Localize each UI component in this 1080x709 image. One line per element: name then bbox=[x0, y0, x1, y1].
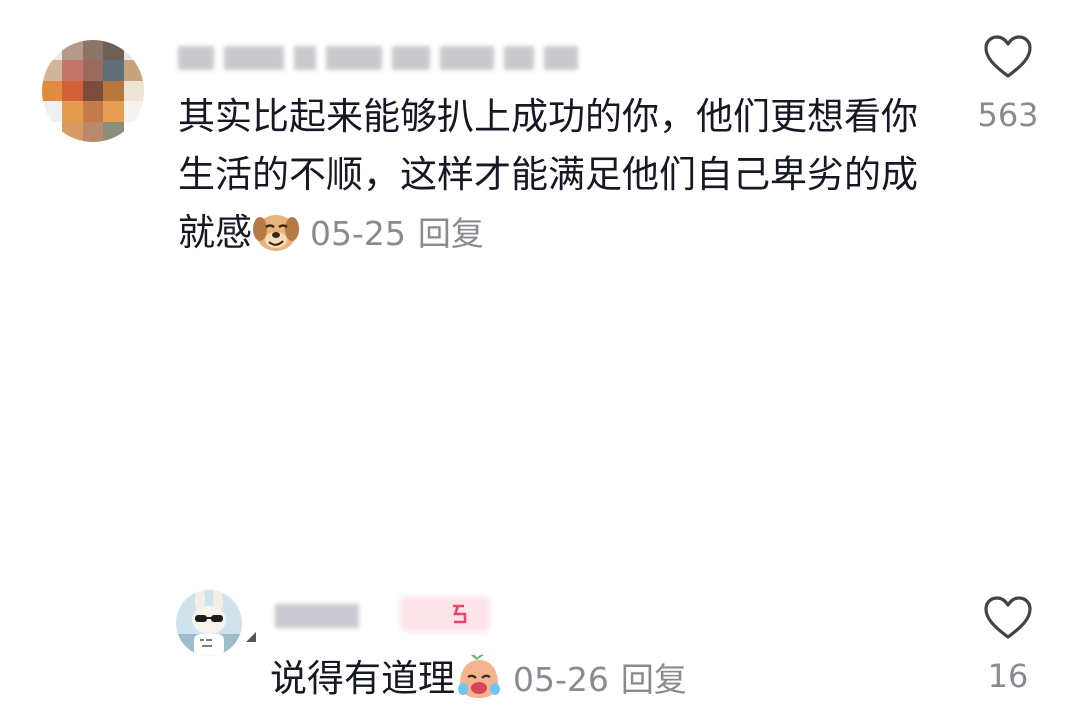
pixelated-avatar-image bbox=[42, 40, 144, 142]
heart-outline-icon bbox=[984, 596, 1032, 639]
reply-item: 说得有道理 05-26 回复 16 bbox=[0, 290, 1080, 700]
like-button[interactable]: 563 bbox=[958, 34, 1058, 134]
caret-icon bbox=[246, 632, 256, 642]
author-tag-redacted bbox=[400, 596, 490, 632]
heart-outline-icon bbox=[984, 35, 1032, 78]
comment-date: 05-25 bbox=[310, 214, 406, 253]
username-redacted[interactable] bbox=[275, 602, 359, 630]
tag-mark-icon bbox=[453, 604, 467, 624]
like-count: 563 bbox=[977, 96, 1039, 134]
comment-text: 其实比起来能够扒上成功的你，他们更想看你生活的不顺，这样才能满足他们自己卑劣的成… bbox=[178, 88, 938, 263]
avatar[interactable] bbox=[42, 40, 144, 142]
avatar[interactable] bbox=[176, 590, 242, 656]
cartoon-bunny-avatar-image bbox=[176, 590, 242, 656]
comment-item: 其实比起来能够扒上成功的你，他们更想看你生活的不顺，这样才能满足他们自己卑劣的成… bbox=[0, 0, 1080, 290]
username-redacted[interactable] bbox=[178, 44, 578, 72]
smirking-dog-emoji bbox=[253, 215, 299, 251]
reply-text: 说得有道理 05-26 回复 bbox=[270, 650, 970, 709]
reply-button[interactable]: 回复 bbox=[621, 660, 687, 699]
like-count: 16 bbox=[987, 657, 1029, 695]
reply-body: 说得有道理 bbox=[270, 657, 455, 700]
crying-laughing-bean-emoji bbox=[458, 654, 500, 698]
reply-date: 05-26 bbox=[513, 660, 609, 699]
like-button[interactable]: 16 bbox=[958, 595, 1058, 695]
reply-button[interactable]: 回复 bbox=[418, 214, 484, 253]
